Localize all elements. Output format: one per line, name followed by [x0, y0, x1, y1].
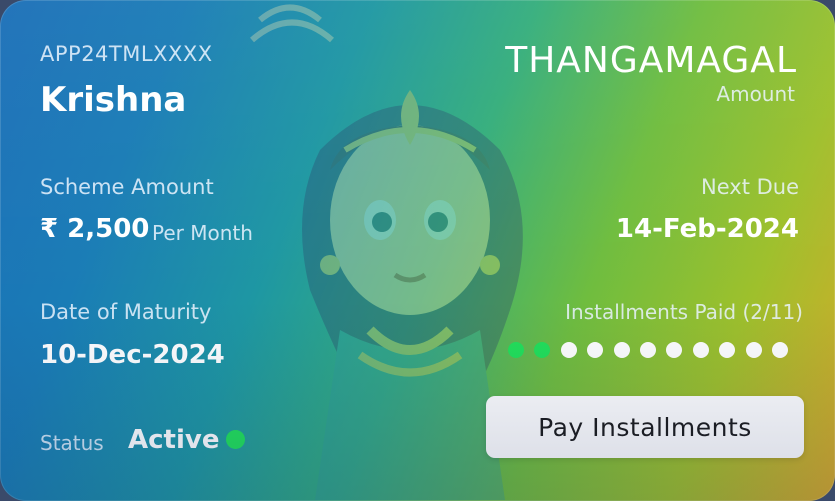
status-label: Status — [40, 431, 104, 455]
maturity-label: Date of Maturity — [40, 300, 212, 324]
status-active-dot-icon — [226, 430, 245, 449]
scheme-card: APP24TMLXXXX Krishna THANGAMAGAL Amount … — [0, 0, 835, 501]
pay-installments-button[interactable]: Pay Installments — [486, 396, 804, 458]
installment-unpaid-dot — [587, 342, 604, 358]
maturity-date: 10-Dec-2024 — [40, 340, 225, 370]
next-due-label: Next Due — [701, 175, 799, 199]
scheme-amount-label: Scheme Amount — [40, 175, 214, 199]
scheme-period: Per Month — [152, 221, 253, 245]
application-id: APP24TMLXXXX — [40, 42, 213, 66]
installment-unpaid-dot — [666, 342, 683, 358]
installment-unpaid-dot — [745, 342, 762, 358]
next-due-date: 14-Feb-2024 — [615, 214, 799, 244]
brand-name: THANGAMAGAL — [505, 40, 797, 81]
brand-subtitle: Amount — [716, 82, 795, 106]
installment-unpaid-dot — [613, 342, 630, 358]
customer-name: Krishna — [40, 80, 187, 120]
scheme-amount-value: ₹ 2,500 — [40, 214, 150, 244]
status-value: Active — [128, 425, 220, 455]
installments-paid-label: Installments Paid (2/11) — [565, 300, 803, 324]
installment-unpaid-dot — [719, 342, 736, 358]
installment-unpaid-dot — [560, 342, 577, 358]
installment-unpaid-dot — [640, 342, 656, 358]
installment-unpaid-dot — [772, 342, 788, 358]
installment-paid-dot — [508, 342, 524, 358]
installment-unpaid-dot — [692, 342, 709, 358]
